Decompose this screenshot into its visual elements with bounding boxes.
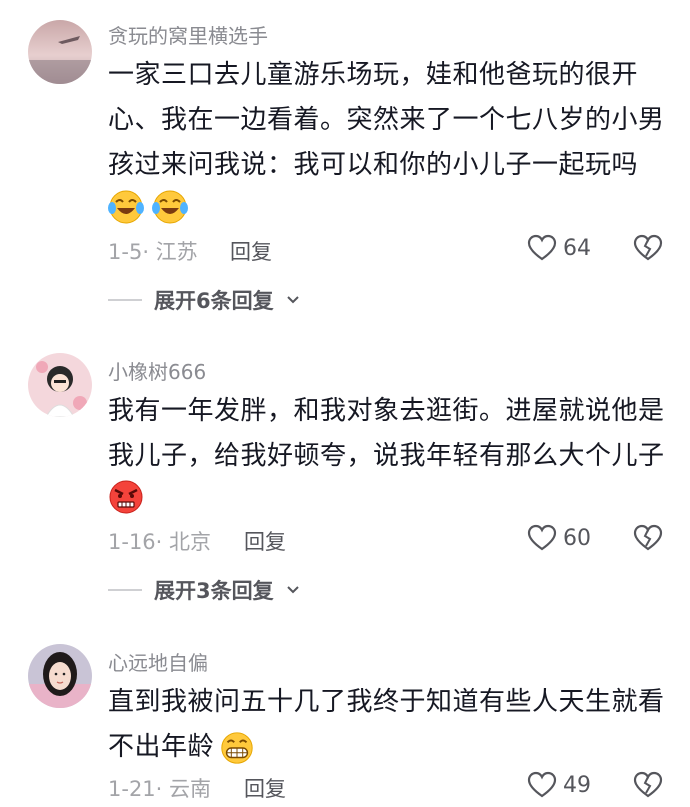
heart-icon [527, 524, 557, 551]
divider [108, 299, 142, 301]
angry-face-emoji-icon [109, 480, 143, 514]
comment-text: 我有一年发胖，和我对象去逛街。进屋就说他是 我儿子，给我好顿夸，说我年轻有那么大… [108, 389, 668, 479]
comment-text-fragment: 不出年龄 [108, 732, 215, 762]
meta-separator: · [142, 240, 156, 264]
dislike-button[interactable] [633, 234, 663, 262]
expand-replies-label: 展开6条回复 [154, 289, 274, 313]
comment-meta: 1-21· 云南 [108, 773, 211, 803]
heart-icon [527, 771, 557, 798]
like-count: 49 [563, 772, 591, 798]
reply-button[interactable]: 回复 [230, 236, 272, 266]
like-button[interactable]: 64 [527, 234, 591, 262]
like-count: 64 [563, 235, 591, 261]
comment-text: 直到我被问五十几了我终于知道有些人天生就看 不出年龄 [108, 680, 668, 770]
broken-heart-icon [633, 771, 663, 798]
comment-location: 北京 [169, 530, 212, 554]
comment-location: 江苏 [155, 240, 198, 264]
like-button[interactable]: 60 [527, 524, 591, 552]
comment-text-line: 我儿子，给我好顿夸，说我年轻有那么大个儿子 [108, 441, 665, 471]
meta-separator: · [155, 530, 170, 554]
meta-separator: · [155, 777, 170, 801]
dislike-button[interactable] [633, 771, 663, 799]
like-button[interactable]: 49 [527, 771, 591, 799]
divider [108, 589, 142, 591]
comment-text-line: 直到我被问五十几了我终于知道有些人天生就看 [108, 687, 665, 717]
emoji-row [106, 476, 146, 516]
broken-heart-icon [633, 234, 663, 261]
expand-replies[interactable]: 展开3条回复 [108, 575, 300, 605]
reply-button[interactable]: 回复 [244, 773, 286, 803]
avatar-image [28, 20, 92, 84]
chevron-down-icon [286, 586, 299, 594]
comment-date: 1-16 [108, 530, 156, 554]
avatar[interactable] [28, 20, 92, 84]
heart-icon [527, 234, 557, 261]
username[interactable]: 心远地自偏 [108, 647, 208, 676]
comment-date: 1-5 [108, 240, 143, 264]
crying-laughing-emoji-icon [108, 190, 144, 224]
expand-replies-label: 展开3条回复 [154, 579, 274, 603]
comment-text-line: 我有一年发胖，和我对象去逛街。进屋就说他是 [108, 396, 665, 426]
avatar[interactable] [28, 353, 92, 417]
crying-laughing-emoji-icon [152, 190, 188, 224]
reply-button[interactable]: 回复 [244, 526, 286, 556]
comment-date: 1-21 [108, 777, 156, 801]
avatar-image [28, 644, 92, 708]
chevron-down-icon [286, 296, 299, 304]
broken-heart-icon [633, 524, 663, 551]
avatar-image [28, 353, 92, 417]
expand-replies[interactable]: 展开6条回复 [108, 285, 300, 315]
comment-text-line: 不出年龄 [108, 725, 668, 770]
comment-text-line: 心、我在一边看着。突然来了一个七八岁的小男 [108, 105, 665, 135]
like-count: 60 [563, 525, 591, 551]
emoji-row [106, 186, 190, 226]
username[interactable]: 贪玩的窝里横选手 [108, 20, 268, 49]
avatar[interactable] [28, 644, 92, 708]
comment-text: 一家三口去儿童游乐场玩，娃和他爸玩的很开 心、我在一边看着。突然来了一个七八岁的… [108, 53, 668, 188]
comment-location: 云南 [169, 777, 212, 801]
username[interactable]: 小橡树666 [108, 356, 206, 385]
comment-text-line: 孩过来问我说：我可以和你的小儿子一起玩吗 [108, 150, 639, 180]
comment-meta: 1-16· 北京 [108, 526, 211, 556]
comment-text-line: 一家三口去儿童游乐场玩，娃和他爸玩的很开 [108, 60, 639, 90]
comment-meta: 1-5· 江苏 [108, 236, 198, 266]
dislike-button[interactable] [633, 524, 663, 552]
grinning-face-emoji-icon [221, 731, 253, 764]
